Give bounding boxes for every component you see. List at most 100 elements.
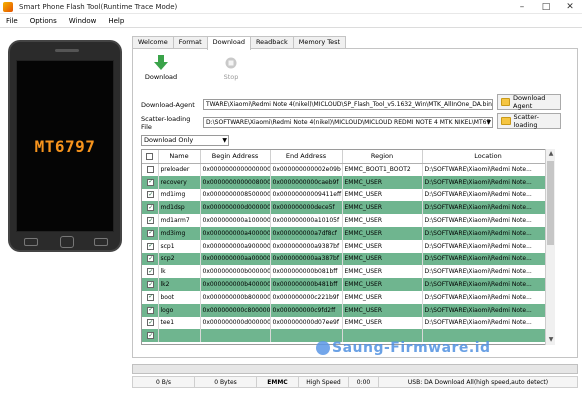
menu-window[interactable]: Window [63, 17, 103, 25]
row-checkbox-cell[interactable]: ✓ [142, 265, 159, 279]
cell-end: 0x000000000002e09b [270, 163, 343, 176]
column-header[interactable]: Begin Address [200, 150, 271, 164]
table-row[interactable]: ✓ lk2 0x000000000b400000 0x000000000b481bff… [142, 278, 552, 291]
scroll-down-icon[interactable]: ▼ [546, 335, 556, 345]
stop-label: Stop [223, 73, 239, 81]
table-row[interactable]: ✓ md1dsp 0x000000000d000000 0x000000000dece… [142, 201, 552, 215]
cell-name [158, 329, 201, 343]
checkbox[interactable]: ✓ [147, 306, 155, 314]
maximize-button[interactable]: □ [534, 0, 558, 14]
row-checkbox-cell[interactable]: ✓ [142, 278, 159, 291]
table-scrollbar[interactable]: ▲ ▼ [545, 149, 555, 345]
cell-end: 0x000000000c9fd2ff [270, 303, 343, 317]
table-row[interactable]: ✓ boot 0x000000000b800000 0x000000000c221b9… [142, 290, 552, 304]
cell-end: 0x000000000d07ee9f [270, 316, 343, 330]
table-header: Name Begin Address End Address Region Lo… [142, 150, 552, 164]
watermark: Saung-Firmware.id [316, 340, 491, 356]
watermark-text: Saung-Firmware.id [332, 340, 491, 356]
cell-begin: 0x000000000a400000 [200, 226, 271, 240]
row-checkbox-cell[interactable]: ✓ [142, 252, 159, 266]
checkbox[interactable]: ✓ [147, 178, 155, 186]
column-header[interactable]: Name [158, 150, 201, 164]
cell-region: EMMC_USER [342, 303, 423, 317]
table-row[interactable]: ✓ tee1 0x000000000d000000 0x000000000d07ee9… [142, 316, 552, 330]
checkbox[interactable]: ✓ [147, 229, 155, 237]
checkbox[interactable]: ✓ [147, 268, 155, 276]
row-checkbox-cell[interactable]: ✓ [142, 226, 159, 240]
scatter-loading-button[interactable]: Scatter-loading [497, 113, 561, 129]
download-label: Download [144, 73, 178, 81]
mode-select[interactable]: Download Only ▼ [141, 135, 229, 146]
checkbox[interactable] [146, 152, 154, 160]
scatter-row: Scatter-loading File D:\SOFTWARE\Xiaomi\… [141, 115, 493, 131]
menu-options[interactable]: Options [24, 17, 63, 25]
table-row[interactable]: ✓ md3img 0x000000000a400000 0x000000000a7df… [142, 226, 552, 240]
scroll-up-icon[interactable]: ▲ [546, 149, 556, 159]
folder-icon [501, 117, 511, 125]
scatter-path-text: D:\SOFTWARE\Xiaomi\Redmi Note 4(nikel)\M… [206, 119, 491, 126]
app-icon [3, 1, 13, 12]
table-row[interactable]: ✓ lk 0x000000000b000000 0x000000000b081bff E… [142, 265, 552, 279]
row-checkbox-cell[interactable]: ✓ [142, 303, 159, 317]
scatter-path[interactable]: D:\SOFTWARE\Xiaomi\Redmi Note 4(nikel)\M… [203, 117, 493, 128]
cell-end: 0x000000000aa387bf [270, 252, 343, 266]
checkbox[interactable]: ✓ [147, 204, 155, 212]
checkbox[interactable]: ✓ [147, 332, 155, 340]
cell-name: scp2 [158, 252, 201, 266]
cell-begin: 0x000000000d000000 [200, 316, 271, 330]
row-checkbox-cell[interactable]: ✓ [142, 329, 159, 343]
row-checkbox-cell[interactable]: ✓ [142, 316, 159, 330]
cell-name: lk [158, 265, 201, 279]
stop-button[interactable]: Stop [213, 55, 249, 81]
cell-end: 0x000000000a10105f [270, 214, 343, 227]
download-button[interactable]: Download [143, 55, 179, 81]
stop-icon [223, 55, 239, 71]
minimize-button[interactable]: – [510, 0, 534, 14]
table-row[interactable]: ✓ scp1 0x000000000a900000 0x000000000a9387b… [142, 239, 552, 253]
checkbox[interactable] [147, 166, 155, 174]
tab-download[interactable]: Download [206, 36, 251, 50]
menu-file[interactable]: File [0, 17, 24, 25]
menu-help[interactable]: Help [102, 17, 130, 25]
table-row[interactable]: ✓ logo 0x000000000c800000 0x000000000c9fd2f… [142, 303, 552, 317]
table-row[interactable]: preloader 0x0000000000000000 0x00000000000… [142, 163, 552, 176]
row-checkbox-cell[interactable]: ✓ [142, 214, 159, 227]
checkbox[interactable]: ✓ [147, 255, 155, 263]
column-header[interactable]: End Address [270, 150, 343, 164]
cell-end: 0x000000000b481bff [270, 278, 343, 291]
table-row[interactable]: ✓ scp2 0x000000000aa00000 0x000000000aa387b… [142, 252, 552, 266]
watermark-logo-icon [316, 341, 330, 355]
row-checkbox-cell[interactable]: ✓ [142, 188, 159, 202]
cell-end: 0x000000000a7df8cf [270, 226, 343, 240]
chevron-down-icon: ▼ [222, 137, 227, 144]
download-agent-button[interactable]: Download Agent [497, 94, 561, 110]
table-row[interactable]: ✓ md1arm7 0x000000000a100000 0x000000000a10… [142, 214, 552, 227]
row-checkbox-cell[interactable] [142, 163, 159, 176]
row-checkbox-cell[interactable]: ✓ [142, 201, 159, 215]
cell-location: D:\SOFTWARE\Xiaomi\Redmi Note... [422, 303, 552, 317]
select-all-checkbox[interactable] [142, 150, 159, 164]
row-checkbox-cell[interactable]: ✓ [142, 290, 159, 304]
table-row[interactable]: ✓ recovery 0x0000000000008000 0x0000000000c… [142, 175, 552, 189]
row-checkbox-cell[interactable]: ✓ [142, 239, 159, 253]
checkbox[interactable]: ✓ [147, 293, 155, 301]
cell-region: EMMC_USER [342, 265, 423, 279]
column-header[interactable]: Location [422, 150, 552, 164]
download-agent-path[interactable]: TWARE\Xiaomi\Redmi Note 4(nikel)\MICLOUD… [203, 99, 493, 110]
checkbox[interactable]: ✓ [147, 217, 155, 225]
row-checkbox-cell[interactable]: ✓ [142, 175, 159, 189]
cell-location: D:\SOFTWARE\Xiaomi\Redmi Note... [422, 163, 552, 176]
table-row[interactable]: ✓ md1img 0x0000000008500000 0x0000000000941… [142, 188, 552, 202]
cell-location: D:\SOFTWARE\Xiaomi\Redmi Note... [422, 214, 552, 227]
checkbox[interactable]: ✓ [147, 319, 155, 327]
checkbox[interactable]: ✓ [147, 191, 155, 199]
checkbox[interactable]: ✓ [147, 281, 155, 289]
scrollbar-thumb[interactable] [547, 161, 554, 245]
cell-location: D:\SOFTWARE\Xiaomi\Redmi Note... [422, 175, 552, 189]
column-header[interactable]: Region [342, 150, 423, 164]
cell-name: preloader [158, 163, 201, 176]
close-button[interactable]: ✕ [558, 0, 582, 14]
cell-end: 0x000000000b081bff [270, 265, 343, 279]
cell-location: D:\SOFTWARE\Xiaomi\Redmi Note... [422, 265, 552, 279]
checkbox[interactable]: ✓ [147, 242, 155, 250]
